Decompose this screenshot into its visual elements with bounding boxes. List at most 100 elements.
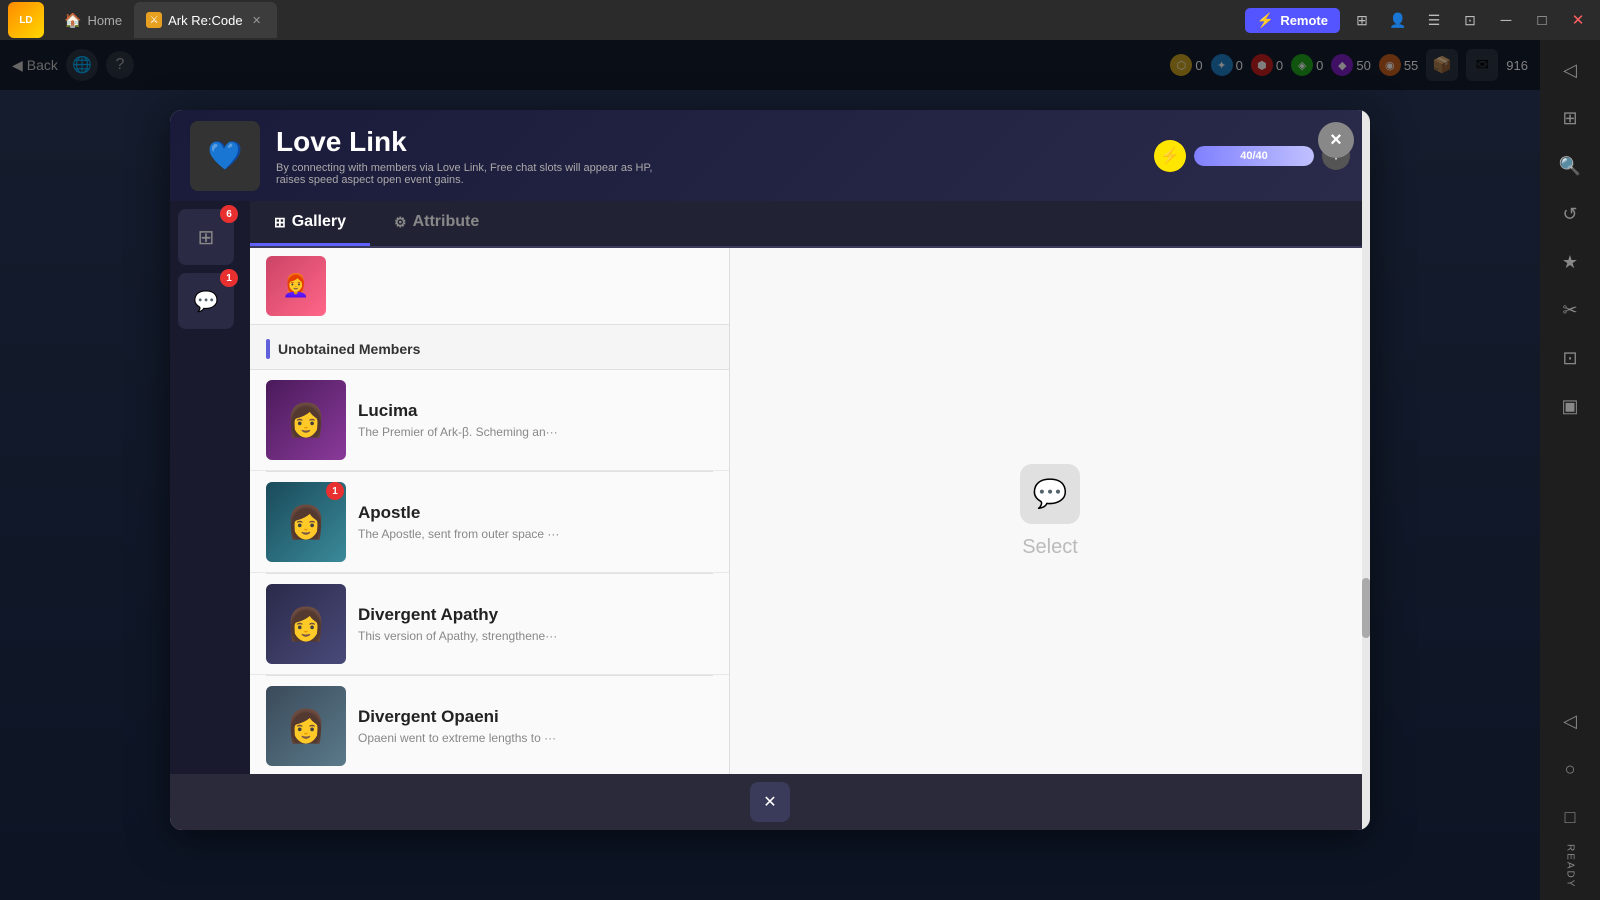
opaeni-avatar-img: 👩: [286, 707, 326, 745]
sidebar-btn-search[interactable]: 🔍: [1548, 144, 1592, 188]
gallery-tab-label: Gallery: [292, 213, 346, 231]
home-tab-label: Home: [87, 13, 122, 28]
attribute-tab-icon: ⚙: [394, 214, 407, 231]
minimize-btn[interactable]: ─: [1492, 6, 1520, 34]
sidebar-btn-scissors[interactable]: ✂: [1548, 288, 1592, 332]
sidebar-btn-layout[interactable]: ▣: [1548, 384, 1592, 428]
modal-title: Love Link: [276, 126, 1138, 158]
select-placeholder: 💬 Select: [1020, 464, 1080, 559]
modal-close-btn[interactable]: ×: [1318, 122, 1354, 158]
titlebar: LD 🏠 Home ⚔ Ark Re:Code ✕ ⚡ Remote ⊞ 👤 ☰…: [0, 0, 1600, 40]
maximize-btn[interactable]: □: [1528, 6, 1556, 34]
nav-gallery-btn[interactable]: ⊞ 6: [178, 209, 234, 265]
home-tab[interactable]: 🏠 Home: [52, 2, 134, 38]
member-list-panel: 👩‍🦰 Unobtained Members 👩: [250, 248, 730, 774]
apostle-info: Apostle The Apostle, sent from outer spa…: [358, 503, 713, 541]
apostle-name: Apostle: [358, 503, 713, 523]
energy-text: 40/40: [1240, 150, 1268, 162]
sidebar-btn-star[interactable]: ★: [1548, 240, 1592, 284]
opaeni-info: Divergent Opaeni Opaeni went to extreme …: [358, 707, 713, 745]
member-item-apathy[interactable]: 👩 Divergent Apathy This version of Apath…: [250, 574, 729, 675]
top-avatar-strip: 👩‍🦰: [250, 248, 729, 325]
remote-label: Remote: [1280, 13, 1328, 28]
gallery-nav-icon: ⊞: [198, 225, 215, 250]
lightning-icon: ⚡: [1257, 12, 1274, 29]
right-sidebar: ◁ ⊞ 🔍 ↺ ★ ✂ ⊡ ▣ ◁ ○ □ READY: [1540, 40, 1600, 900]
ready-label: READY: [1565, 844, 1576, 888]
apathy-avatar-img: 👩: [286, 605, 326, 643]
titlebar-controls: ⚡ Remote ⊞ 👤 ☰ ⊡ ─ □ ✕: [1245, 6, 1592, 34]
select-chat-icon: 💬: [1020, 464, 1080, 524]
lucima-avatar-img: 👩: [286, 401, 326, 439]
sidebar-btn-square[interactable]: □: [1548, 796, 1592, 840]
logo-text: LD: [19, 15, 32, 26]
lucima-desc: The Premier of Ark-β. Scheming an···: [358, 425, 713, 439]
menu-icon-btn[interactable]: ☰: [1420, 6, 1448, 34]
sidebar-btn-sync[interactable]: ↺: [1548, 192, 1592, 236]
apathy-desc: This version of Apathy, strengthene···: [358, 629, 713, 643]
member-item-opaeni[interactable]: 👩 Divergent Opaeni Opaeni went to extrem…: [250, 676, 729, 774]
chat-nav-icon: 💬: [194, 289, 219, 314]
modal-header-info: Love Link By connecting with members via…: [276, 126, 1138, 186]
sidebar-btn-back[interactable]: ◁: [1548, 48, 1592, 92]
member-item-lucima[interactable]: 👩 Lucima The Premier of Ark-β. Scheming …: [250, 370, 729, 471]
gallery-tab-icon: ⊞: [274, 214, 286, 231]
apathy-name: Divergent Apathy: [358, 605, 713, 625]
game-tab-close[interactable]: ✕: [249, 12, 265, 28]
window-icon-btn[interactable]: ⊡: [1456, 6, 1484, 34]
lucima-info: Lucima The Premier of Ark-β. Scheming an…: [358, 401, 713, 439]
chat-badge: 1: [220, 269, 238, 287]
modal-header: 💙 Love Link By connecting with members v…: [170, 110, 1370, 201]
close-win-btn[interactable]: ✕: [1564, 6, 1592, 34]
opaeni-name: Divergent Opaeni: [358, 707, 713, 727]
modal-bottom-close-btn[interactable]: ✕: [750, 782, 790, 822]
right-select-panel: 💬 Select: [730, 248, 1370, 774]
lucima-name: Lucima: [358, 401, 713, 421]
energy-icon: ⚡: [1154, 140, 1186, 172]
avatar-lucima: 👩: [266, 380, 346, 460]
content-area: 👩‍🦰 Unobtained Members 👩: [250, 248, 1370, 774]
section-title-unobtained: Unobtained Members: [278, 341, 420, 357]
scrollbar-thumb: [1362, 578, 1370, 638]
game-tab-icon: ⚔: [146, 12, 162, 28]
tab-attribute[interactable]: ⚙ Attribute: [370, 201, 503, 246]
left-nav-panel: ⊞ 6 💬 1: [170, 201, 250, 774]
modal-footer: ✕: [170, 774, 1370, 830]
nav-chat-btn[interactable]: 💬 1: [178, 273, 234, 329]
love-link-modal: 💙 Love Link By connecting with members v…: [170, 110, 1370, 830]
sidebar-btn-home[interactable]: ○: [1548, 748, 1592, 792]
users-icon-btn[interactable]: ⊞: [1348, 6, 1376, 34]
apathy-info: Divergent Apathy This version of Apathy,…: [358, 605, 713, 643]
account-icon-btn[interactable]: 👤: [1384, 6, 1412, 34]
tab-gallery[interactable]: ⊞ Gallery: [250, 201, 370, 246]
opaeni-desc: Opaeni went to extreme lengths to ···: [358, 731, 713, 745]
modal-overlay: 💙 Love Link By connecting with members v…: [0, 40, 1540, 900]
home-icon: 🏠: [64, 12, 81, 29]
game-tab-label: Ark Re:Code: [168, 13, 242, 28]
right-scrollbar[interactable]: [1362, 248, 1370, 774]
sidebar-btn-undo[interactable]: ◁: [1548, 700, 1592, 744]
member-item-apostle[interactable]: 👩 1 Apostle The Apostle, sent from outer…: [250, 472, 729, 573]
sidebar-btn-screen[interactable]: ⊡: [1548, 336, 1592, 380]
apostle-avatar-img: 👩: [286, 503, 326, 541]
game-tab[interactable]: ⚔ Ark Re:Code ✕: [134, 2, 276, 38]
select-text: Select: [1022, 536, 1078, 559]
apostle-desc: The Apostle, sent from outer space ···: [358, 527, 713, 541]
game-area: ◀ Back 🌐 ? ⬡ 0 ✦ 0 ⬢ 0 ◈ 0 ◆ 50 ◉ 55 📦: [0, 40, 1540, 900]
gallery-badge: 6: [220, 205, 238, 223]
attribute-tab-label: Attribute: [413, 213, 480, 231]
strip-avatar: 👩‍🦰: [266, 256, 326, 316]
app-logo: LD: [8, 2, 44, 38]
remote-button[interactable]: ⚡ Remote: [1245, 8, 1340, 33]
tabs-row: ⊞ Gallery ⚙ Attribute: [250, 201, 1370, 248]
energy-bar: 40/40: [1194, 146, 1314, 166]
sidebar-btn-grid[interactable]: ⊞: [1548, 96, 1592, 140]
avatar-opaeni: 👩: [266, 686, 346, 766]
heart-icon: 💙: [208, 139, 243, 172]
section-bar: [266, 339, 270, 359]
avatar-apathy: 👩: [266, 584, 346, 664]
section-header-unobtained: Unobtained Members: [250, 325, 729, 370]
modal-header-icon: 💙: [190, 121, 260, 191]
modal-subtitle: By connecting with members via Love Link…: [276, 162, 676, 186]
bottom-close-icon: ✕: [763, 792, 776, 812]
